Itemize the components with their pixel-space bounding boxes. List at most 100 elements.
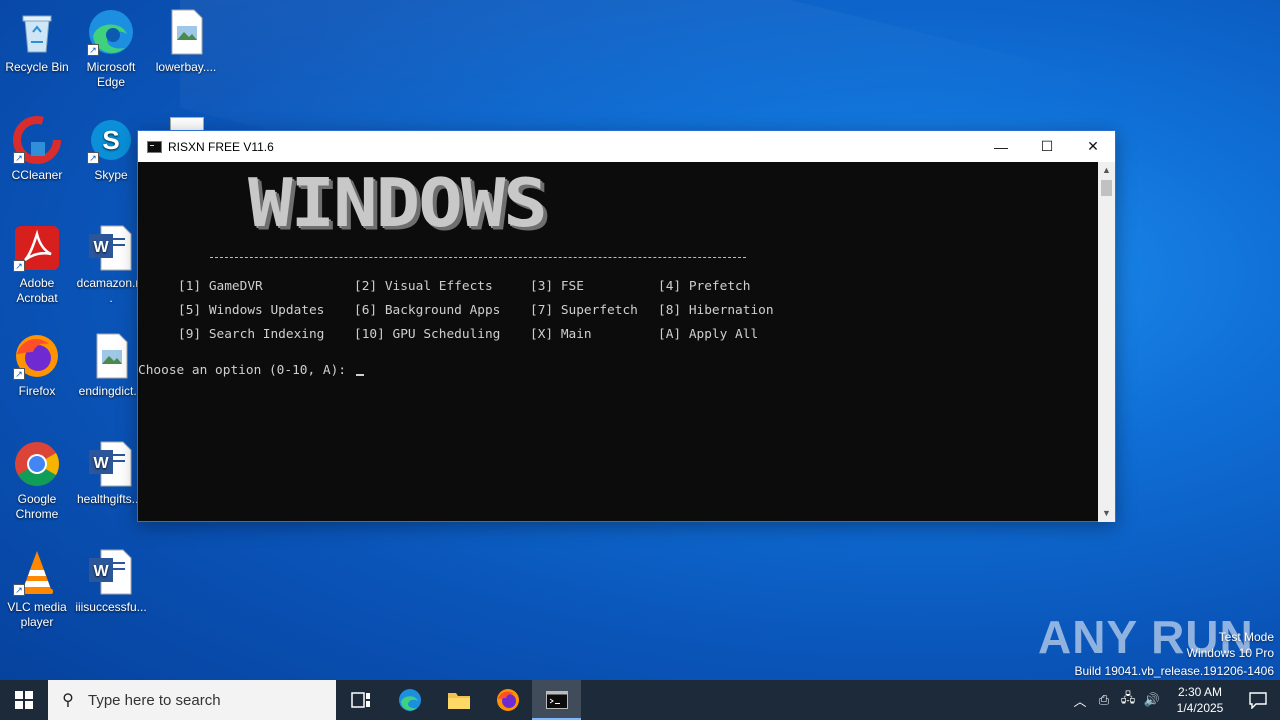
text-cursor [355,374,364,376]
desktop-icon-acrobat[interactable]: ↗ Adobe Acrobat [1,224,73,306]
image-file-icon [87,332,135,380]
chrome-icon [13,440,61,488]
watermark-build: Build 19041.vb_release.191206-1406 [1074,664,1275,678]
menu-option-windows-updates: [5] Windows Updates [178,303,325,318]
desktop-icon-label: VLC media player [7,600,67,629]
svg-text:W: W [93,455,109,472]
watermark-test-mode: Test Mode [1218,630,1274,644]
desktop-icon-label: iiisuccessfu... [75,600,147,614]
window-title: RISXN FREE V11.6 [168,139,274,154]
volume-icon[interactable]: 🔊 [1140,692,1164,708]
desktop-icon-firefox[interactable]: ↗ Firefox [1,332,73,399]
show-hidden-icons-chevron-icon[interactable]: ︿ [1068,691,1092,710]
desktop-icon-ccleaner[interactable]: ↗ CCleaner [1,116,73,183]
desktop-icon-vlc[interactable]: ↗ VLC media player [1,548,73,630]
console-icon [545,691,568,709]
firefox-icon [496,689,519,711]
scroll-down-icon[interactable]: ▼ [1098,505,1115,522]
firefox-icon: ↗ [13,332,61,380]
taskbar-file-explorer-button[interactable] [434,680,483,720]
desktop-icon-label: lowerbay.... [155,60,217,74]
desktop-icon-recycle-bin[interactable]: Recycle Bin [1,8,73,75]
console-app-icon [147,140,162,153]
clock-date: 1/4/2025 [1176,701,1224,715]
word-doc-icon: W [87,548,135,596]
desktop-icon-label: Google Chrome [15,492,59,521]
desktop-icon-edge[interactable]: ↗ Microsoft Edge [75,8,147,90]
desktop-icon-lowerbay[interactable]: lowerbay.... [150,8,222,75]
notification-icon [1249,692,1267,709]
taskbar-firefox-button[interactable] [483,680,532,720]
task-view-button[interactable] [336,680,385,720]
shortcut-arrow-icon: ↗ [87,44,99,56]
menu-option-search-indexing: [9] Search Indexing [178,327,325,342]
menu-option-apply-all: [A] Apply All [658,327,759,342]
skype-icon: S ↗ [87,116,135,164]
menu-option-gamedvr: [1] GameDVR [178,279,263,294]
menu-option-superfetch: [7] Superfetch [530,303,638,318]
scroll-up-icon[interactable]: ▲ [1098,162,1115,179]
svg-text:W: W [93,563,109,580]
taskbar-edge-button[interactable] [385,680,434,720]
menu-option-background-apps: [6] Background Apps [354,303,501,318]
shortcut-arrow-icon: ↗ [13,584,25,596]
menu-option-main: [X] Main [530,327,592,342]
menu-option-gpu-scheduling: [10] GPU Scheduling [354,327,501,342]
scroll-thumb[interactable] [1101,180,1112,196]
recycle-bin-icon [13,8,61,56]
ascii-banner: WINDOWS [248,164,548,243]
start-button[interactable] [0,680,48,720]
taskbar-console-button[interactable] [532,680,581,720]
shortcut-arrow-icon: ↗ [13,260,25,272]
image-file-icon [162,8,210,56]
vertical-scrollbar[interactable]: ▲ ▼ [1098,162,1115,522]
action-center-button[interactable] [1236,691,1280,709]
edge-icon: ↗ [87,8,135,56]
maximize-button[interactable]: ☐ [1024,131,1070,162]
svg-text:W: W [93,239,109,256]
desktop-icon-label: CCleaner [11,168,63,182]
vlc-icon: ↗ [13,548,61,596]
desktop-icon-label: Firefox [18,384,56,398]
console-output[interactable]: WINDOWS [1] GameDVR [2] Visual Effects [… [138,162,1099,522]
menu-option-prefetch: [4] Prefetch [658,279,751,294]
menu-option-visual-effects: [2] Visual Effects [354,279,493,294]
device-icon[interactable]: ⎙ [1092,692,1116,708]
desktop-icon-label: Microsoft Edge [86,60,136,89]
menu-option-hibernation: [8] Hibernation [658,303,774,318]
shortcut-arrow-icon: ↗ [13,152,25,164]
search-placeholder: Type here to search [88,691,221,709]
shortcut-arrow-icon: ↗ [13,368,25,380]
acrobat-icon: ↗ [13,224,61,272]
input-prompt[interactable]: Choose an option (0-10, A): [138,363,364,378]
network-icon[interactable]: 🖧 [1116,689,1140,711]
clock-time: 2:30 AM [1177,685,1223,699]
minimize-button[interactable]: — [978,131,1024,162]
taskbar: ⚲ Type here to search ︿ ⎙ 🖧 🔊 2:30 AM 1/… [0,680,1280,720]
folder-icon [447,693,470,709]
console-window[interactable]: RISXN FREE V11.6 — ☐ ✕ WINDOWS [1] GameD… [137,130,1116,522]
svg-text:S: S [102,125,119,155]
desktop-icon-label: Adobe Acrobat [16,276,58,305]
shortcut-arrow-icon: ↗ [87,152,99,164]
system-tray: ︿ ⎙ 🖧 🔊 2:30 AM 1/4/2025 [1068,680,1280,720]
desktop-icon-label: Recycle Bin [5,60,69,74]
banner-divider [210,257,746,258]
task-view-icon [350,692,370,708]
search-icon: ⚲ [62,692,74,709]
desktop-icon-iiisuccessfu[interactable]: W iiisuccessfu... [75,548,147,615]
desktop-icon-hidden [170,117,204,131]
edge-icon [398,689,421,711]
ccleaner-icon: ↗ [13,116,61,164]
close-button[interactable]: ✕ [1070,131,1116,162]
taskbar-search-box[interactable]: ⚲ Type here to search [48,680,336,720]
windows-logo-icon [15,691,33,709]
watermark-edition: Windows 10 Pro [1186,646,1274,660]
word-doc-icon: W [87,224,135,272]
desktop-icon-chrome[interactable]: Google Chrome [1,440,73,522]
menu-option-fse: [3] FSE [530,279,584,294]
word-doc-icon: W [87,440,135,488]
taskbar-clock[interactable]: 2:30 AM 1/4/2025 [1164,684,1236,716]
prompt-text: Choose an option (0-10, A): [138,363,354,378]
window-titlebar[interactable]: RISXN FREE V11.6 — ☐ ✕ [138,131,1115,162]
